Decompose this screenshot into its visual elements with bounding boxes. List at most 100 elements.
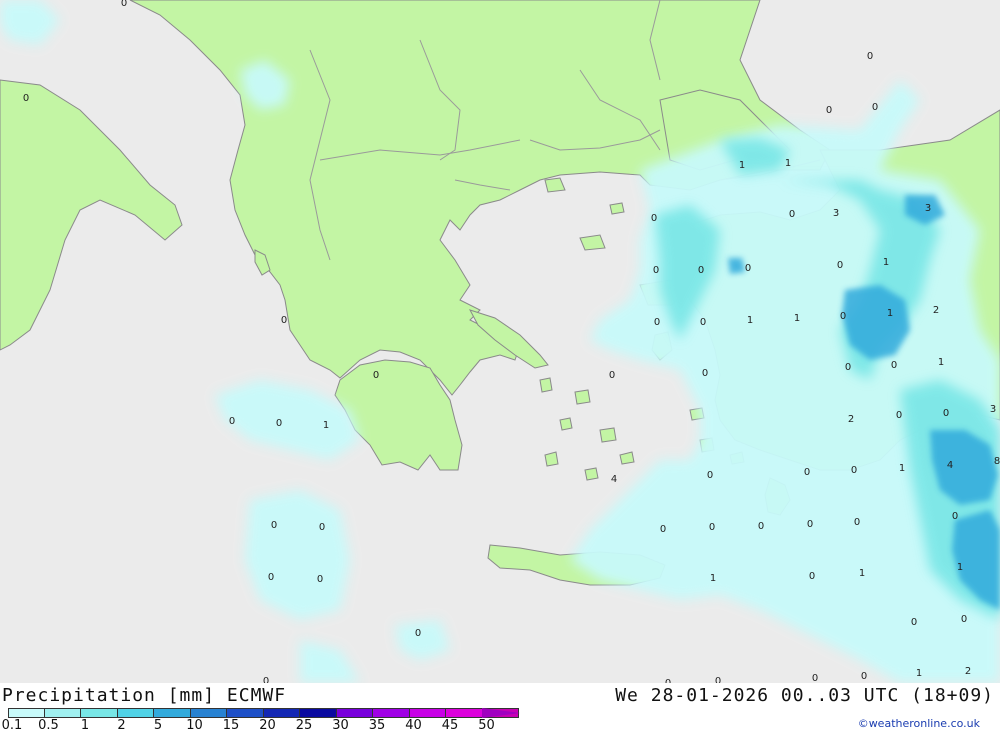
legend-tick-label: 5 (153, 718, 163, 733)
precipitation-map[interactable]: 0 0 0 0 0 1 1 0 0 3 3 0 0 0 0 0 1 0 0 1 1 0 1 2 0 0 0 0 0 1 0 0 1 0 2 0 3 4 0 0… (0, 0, 1000, 683)
precip-value-label: 0 (317, 574, 323, 585)
legend-tick-label: 25 (295, 718, 313, 733)
precip-value-label: 0 (373, 370, 379, 381)
lemnos-land (579, 234, 606, 251)
precip-value-label: 1 (887, 308, 893, 319)
precip-value-label: 0 (745, 263, 751, 274)
precip-value-label: 3 (925, 203, 931, 214)
precip-value-label: 4 (611, 474, 617, 485)
precip-value-label: 3 (833, 208, 839, 219)
legend-swatch (336, 708, 373, 718)
legend-tick-label: 35 (368, 718, 386, 733)
precip-value-label: 0 (896, 410, 902, 421)
precip-value-label: 0 (812, 673, 818, 683)
legend-swatch (373, 708, 410, 718)
precip-value-label: 0 (961, 614, 967, 625)
precip-value-label: 4 (947, 460, 953, 471)
legend-swatch (263, 708, 300, 718)
precip-value-label: 1 (883, 257, 889, 268)
legend-swatch (227, 708, 264, 718)
precip-value-label: 0 (609, 370, 615, 381)
map-canvas: 0 0 0 0 0 1 1 0 0 3 3 0 0 0 0 0 1 0 0 1 1 0 1 2 0 0 0 0 0 1 0 0 1 0 2 0 3 4 0 0… (0, 0, 1000, 683)
precip-value-label: 0 (911, 617, 917, 628)
precip-value-label: 0 (758, 521, 764, 532)
cyclades-1 (539, 377, 553, 393)
precip-value-label: 1 (916, 668, 922, 679)
precip-value-label: 0 (809, 571, 815, 582)
legend-swatch (300, 708, 337, 718)
precip-value-label: 0 (845, 362, 851, 373)
cyclades-6 (544, 451, 559, 467)
precip-value-label: 0 (271, 520, 277, 531)
precip-value-label: 0 (707, 470, 713, 481)
precip-value-label: 0 (837, 260, 843, 271)
map-footer: Precipitation [mm] ECMWF We 28-01-2026 0… (0, 683, 1000, 733)
legend-tick-label: 20 (259, 718, 276, 733)
legend-color-bar (8, 708, 519, 718)
precip-value-label: 0 (660, 524, 666, 535)
legend-tick-label: 50 (478, 718, 495, 733)
precip-value-label: 1 (957, 562, 963, 573)
precip-value-label: 0 (268, 572, 274, 583)
legend-tick-label: 45 (441, 718, 459, 733)
precip-value-label: 0 (840, 311, 846, 322)
legend-swatch (117, 708, 154, 718)
precip-value-label: 0 (804, 467, 810, 478)
precip-value-label: 3 (990, 404, 996, 415)
legend-swatch (154, 708, 191, 718)
thasos-land (544, 177, 566, 193)
precip-value-label: 0 (23, 93, 29, 104)
forecast-time: We 28-01-2026 00..03 UTC (18+09) (615, 685, 994, 706)
cyclades-2 (574, 389, 591, 405)
legend-tick-label: 2 (117, 718, 126, 733)
precip-value-label: 0 (698, 265, 704, 276)
precip-value-label: 1 (938, 357, 944, 368)
precip-value-label: 1 (323, 420, 329, 431)
precip-value-label: 0 (789, 209, 795, 220)
precip-value-label: 0 (854, 517, 860, 528)
precip-value-label: 0 (281, 315, 287, 326)
legend-swatch (8, 708, 45, 718)
legend-tick-label: 0.1 (1, 718, 23, 733)
cyclades-3 (599, 427, 617, 443)
precip-value-label: 1 (794, 313, 800, 324)
map-title: Precipitation [mm] ECMWF (2, 685, 287, 706)
cyclades-5 (619, 451, 635, 465)
precip-value-label: 0 (943, 408, 949, 419)
cyclades-4 (559, 417, 573, 431)
precip-value-label: 0 (651, 213, 657, 224)
precip-value-label: 0 (861, 671, 867, 682)
precip-value-label: 0 (891, 360, 897, 371)
precip-value-label: 0 (415, 628, 421, 639)
precip-value-label: 2 (933, 305, 939, 316)
legend-arrow-icon (482, 708, 520, 718)
precip-value-label: 1 (739, 160, 745, 171)
legend-swatch (190, 708, 227, 718)
precip-value-label: 0 (702, 368, 708, 379)
precip-value-label: 0 (263, 676, 269, 683)
legend-swatch (409, 708, 446, 718)
legend-swatch (446, 708, 483, 718)
precip-value-label: 2 (848, 414, 854, 425)
precip-value-label: 0 (715, 676, 721, 683)
precip-value-label: 0 (700, 317, 706, 328)
precip-value-label: 1 (859, 568, 865, 579)
cyclades-7 (584, 467, 599, 481)
precip-value-label: 2 (965, 666, 971, 677)
precip-value-label: 0 (229, 416, 235, 427)
precip-value-label: 0 (851, 465, 857, 476)
legend-tick-label: 1 (80, 718, 90, 733)
precip-value-label: 0 (319, 522, 325, 533)
precip-value-label: 0 (709, 522, 715, 533)
legend-tick-label: 10 (186, 718, 203, 733)
legend-swatch (44, 708, 81, 718)
legend-swatch (81, 708, 118, 718)
credit-link[interactable]: ©weatheronline.co.uk (858, 717, 980, 730)
precip-value-label: 0 (121, 0, 127, 9)
precip-value-label: 0 (872, 102, 878, 113)
precip-value-label: 0 (654, 317, 660, 328)
legend-tick-label: 0.5 (38, 718, 59, 733)
precip-value-label: 0 (826, 105, 832, 116)
legend-tick-label: 15 (222, 718, 240, 733)
precip-value-label: 1 (785, 158, 791, 169)
